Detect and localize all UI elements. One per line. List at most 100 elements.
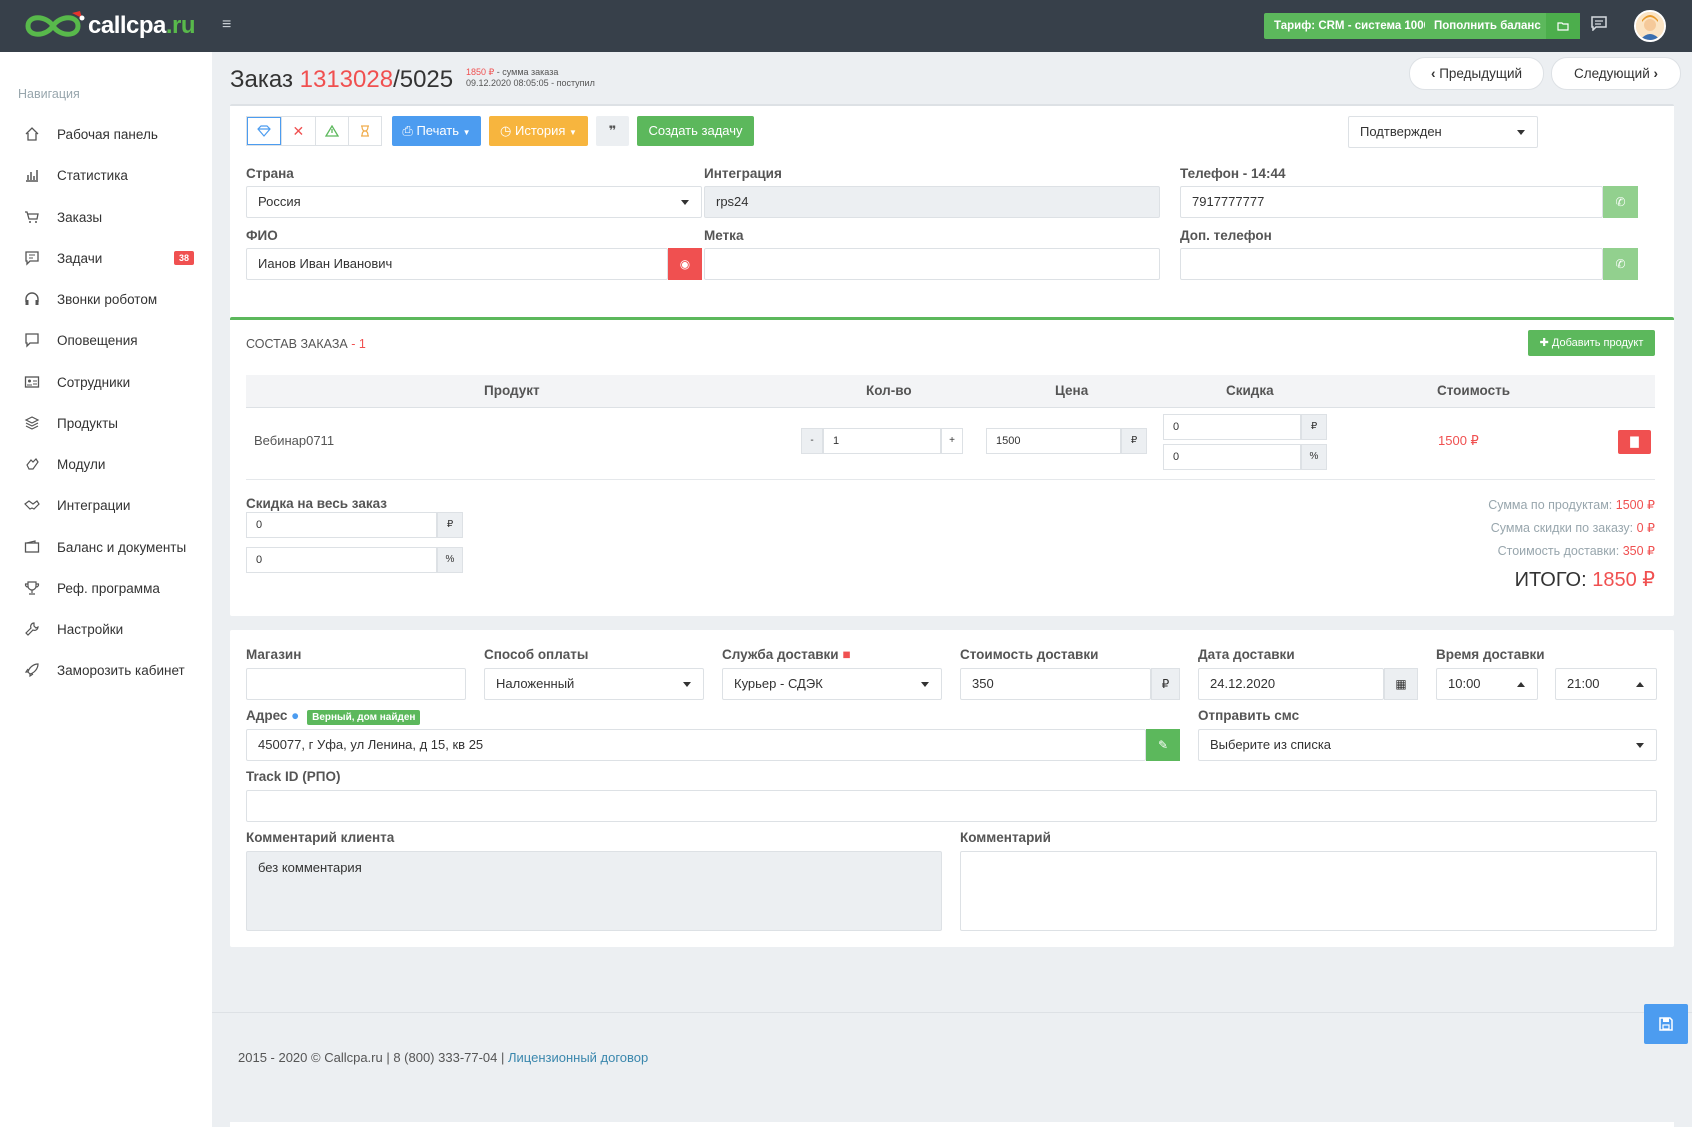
map-marker-icon: ● xyxy=(291,708,300,723)
sidebar-item-label: Реф. программа xyxy=(57,580,160,596)
col-cost: Стоимость xyxy=(1437,383,1511,398)
comment-textarea[interactable] xyxy=(960,851,1657,931)
messages-icon[interactable] xyxy=(1591,16,1609,32)
order-meta: 1850 ₽ - сумма заказа 09.12.2020 08:05:0… xyxy=(466,67,595,88)
sidebar-item-balance-docs[interactable]: Баланс и документы xyxy=(0,527,212,567)
next-order-button[interactable]: Следующий › xyxy=(1551,57,1681,90)
footer: 2015 - 2020 © Callcpa.ru | 8 (800) 333-7… xyxy=(238,1050,649,1065)
sidebar-item-referral[interactable]: Реф. программа xyxy=(0,568,212,608)
order-status-select[interactable]: Подтвержден xyxy=(1348,116,1538,148)
nav-title: Навигация xyxy=(18,87,80,101)
send-sms-select[interactable]: Выберите из списка xyxy=(1198,729,1657,761)
track-id-input[interactable] xyxy=(246,790,1657,822)
quote-button[interactable]: ❞ xyxy=(596,116,629,146)
comment-label: Комментарий xyxy=(960,830,1051,845)
phone-input[interactable]: 7917777777 xyxy=(1180,186,1603,218)
calendar-button[interactable]: ▦ xyxy=(1384,668,1418,700)
discount-rub-input[interactable]: 0 xyxy=(1163,414,1301,440)
hand-icon xyxy=(24,456,40,472)
sidebar-item-label: Оповещения xyxy=(57,332,138,348)
qty-input[interactable]: 1 xyxy=(823,428,941,454)
user-avatar[interactable] xyxy=(1634,10,1666,42)
license-agreement-link[interactable]: Лицензионный договор xyxy=(508,1050,648,1065)
delivery-date-label: Дата доставки xyxy=(1198,647,1295,662)
time-to-select[interactable]: 21:00 xyxy=(1555,668,1657,700)
sidebar-item-statistics[interactable]: Статистика xyxy=(0,155,212,195)
qty-increment-button[interactable]: + xyxy=(941,428,963,454)
client-comment-field: без комментария xyxy=(246,851,942,931)
sidebar-item-dashboard[interactable]: Рабочая панель xyxy=(0,114,212,154)
eye-icon: ◉ xyxy=(679,257,691,271)
order-discount-rub-addon: ₽ xyxy=(437,512,463,538)
fio-input[interactable]: Ианов Иван Иванович xyxy=(246,248,668,280)
plus-icon: ✚ xyxy=(1539,337,1549,349)
send-sms-label: Отправить смс xyxy=(1198,708,1300,723)
caret-up-icon xyxy=(1517,682,1525,687)
country-select[interactable]: Россия xyxy=(246,186,702,218)
col-qty: Кол-во xyxy=(866,383,912,398)
order-discount-rub-input[interactable]: 0 xyxy=(246,512,437,538)
sidebar-item-employees[interactable]: Сотрудники xyxy=(0,362,212,402)
extra-phone-input[interactable] xyxy=(1180,248,1603,280)
discount-pct-input[interactable]: 0 xyxy=(1163,444,1301,470)
call-extra-phone-button[interactable]: ✆ xyxy=(1603,248,1638,280)
infinity-logo-icon xyxy=(20,9,86,43)
menu-toggle-icon[interactable]: ≡ xyxy=(222,17,236,33)
caret-down-icon xyxy=(1636,743,1644,748)
order-discount-pct-input[interactable]: 0 xyxy=(246,547,437,573)
delivery-cost-input[interactable]: 350 xyxy=(960,668,1151,700)
hourglass-icon[interactable] xyxy=(347,117,381,145)
history-button[interactable]: ◷ История ▼ xyxy=(489,116,588,146)
call-phone-button[interactable]: ✆ xyxy=(1603,186,1638,218)
save-button[interactable] xyxy=(1644,1004,1688,1044)
col-price: Цена xyxy=(1055,383,1089,398)
warning-icon[interactable] xyxy=(314,117,348,145)
toggle-visibility-button[interactable]: ◉ xyxy=(668,248,702,280)
sidebar-item-label: Баланс и документы xyxy=(57,539,187,555)
clock-icon: ◷ xyxy=(500,123,512,138)
sidebar-item-orders[interactable]: Заказы xyxy=(0,197,212,237)
sidebar-item-freeze-account[interactable]: Заморозить кабинет xyxy=(0,650,212,690)
col-product: Продукт xyxy=(484,383,540,398)
sidebar-item-modules[interactable]: Модули xyxy=(0,444,212,484)
sidebar-item-notifications[interactable]: Оповещения xyxy=(0,320,212,360)
logo[interactable]: callcpa.ru xyxy=(20,9,196,43)
sidebar-item-label: Сотрудники xyxy=(57,374,131,390)
address-input[interactable]: 450077, г Уфа, ул Ленина, д 15, кв 25 xyxy=(246,729,1146,761)
top-bar: callcpa.ru ≡ Тариф: CRM - система 1000 П… xyxy=(0,0,1692,52)
time-from-select[interactable]: 10:00 xyxy=(1436,668,1538,700)
tariff-button[interactable]: Тариф: CRM - система 1000 xyxy=(1264,13,1440,39)
address-autocomplete-button[interactable]: ✎ xyxy=(1146,729,1180,761)
layers-icon xyxy=(24,415,40,431)
diamond-icon[interactable] xyxy=(247,117,282,145)
price-input[interactable]: 1500 xyxy=(986,428,1121,454)
delivery-date-input[interactable]: 24.12.2020 xyxy=(1198,668,1384,700)
caret-down-icon xyxy=(683,682,691,687)
cancel-icon[interactable]: ✕ xyxy=(281,117,314,145)
payment-select[interactable]: Наложенный xyxy=(484,668,704,700)
delete-row-button[interactable]: ▇ xyxy=(1618,430,1651,454)
order-discount-pct-addon: % xyxy=(437,547,463,573)
chevron-right-icon: › xyxy=(1653,66,1659,81)
bottom-panel-edge xyxy=(230,1122,1674,1127)
integration-label: Интеграция xyxy=(704,166,782,181)
sidebar-item-label: Модули xyxy=(57,456,106,472)
sidebar-item-settings[interactable]: Настройки xyxy=(0,609,212,649)
sidebar-item-integrations[interactable]: Интеграции xyxy=(0,485,212,525)
delivery-cost-label: Стоимость доставки xyxy=(960,647,1099,662)
qty-decrement-button[interactable]: - xyxy=(801,428,823,454)
previous-order-button[interactable]: ‹ Предыдущий xyxy=(1409,57,1544,90)
country-label: Страна xyxy=(246,166,294,181)
sidebar-item-tasks[interactable]: Задачи 38 xyxy=(0,238,212,278)
print-button[interactable]: ⎙ Печать ▼ xyxy=(392,116,481,146)
tag-input[interactable] xyxy=(704,248,1160,280)
sidebar-item-robot-calls[interactable]: Звонки роботом xyxy=(0,279,212,319)
add-product-button[interactable]: ✚ Добавить продукт xyxy=(1528,330,1655,356)
create-task-button[interactable]: Создать задачу xyxy=(637,116,754,146)
sidebar-item-products[interactable]: Продукты xyxy=(0,403,212,443)
shop-input[interactable] xyxy=(246,668,466,700)
top-up-balance-button[interactable]: Пополнить баланс xyxy=(1425,13,1580,39)
delivery-service-select[interactable]: Курьер - СДЭК xyxy=(722,668,942,700)
row-divider xyxy=(246,479,1655,480)
product-name: Вебинар0711 xyxy=(254,433,335,448)
